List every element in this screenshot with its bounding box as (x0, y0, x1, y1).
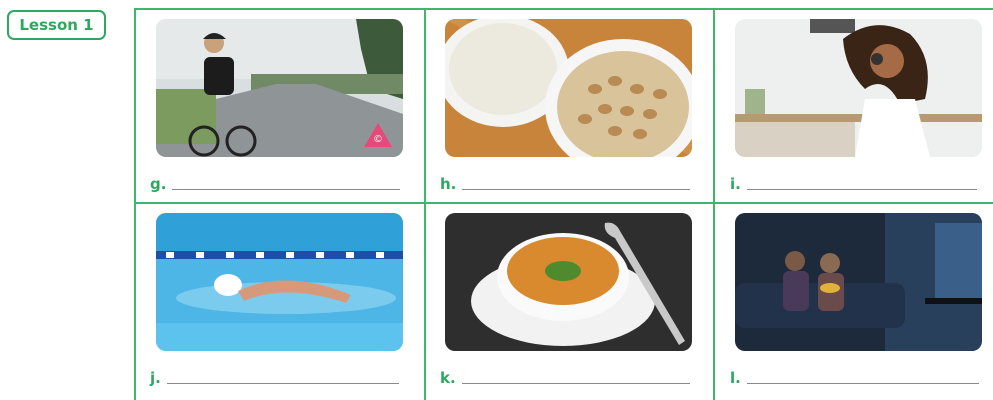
answer-blank[interactable] (461, 383, 690, 384)
rice-and-beans-photo (445, 19, 692, 157)
grid-line (134, 8, 993, 10)
item-letter: h. (440, 175, 457, 193)
answer-blank[interactable] (462, 189, 691, 190)
answer-blank[interactable] (172, 189, 401, 190)
svg-text:©: © (373, 134, 383, 145)
grid-line (424, 8, 426, 400)
grid-line (713, 8, 715, 400)
answer-row: h. (440, 175, 691, 193)
answer-blank[interactable] (746, 189, 977, 190)
listening-to-music-photo (735, 19, 982, 157)
answer-row: j. (150, 369, 399, 387)
swimming-photo (156, 213, 403, 351)
answer-blank[interactable] (166, 383, 399, 384)
watching-tv-photo (735, 213, 982, 351)
soup-photo (445, 213, 692, 351)
answer-blank[interactable] (746, 383, 979, 384)
item-letter: j. (150, 369, 161, 387)
cycling-photo: © (156, 19, 403, 157)
answer-row: i. (730, 175, 977, 193)
item-letter: l. (730, 369, 741, 387)
grid-line (134, 8, 136, 400)
item-letter: g. (150, 175, 167, 193)
item-letter: i. (730, 175, 741, 193)
answer-row: k. (440, 369, 690, 387)
answer-row: l. (730, 369, 979, 387)
item-letter: k. (440, 369, 456, 387)
lesson-badge: Lesson 1 (7, 10, 106, 40)
grid-line (134, 202, 993, 204)
answer-row: g. (150, 175, 401, 193)
